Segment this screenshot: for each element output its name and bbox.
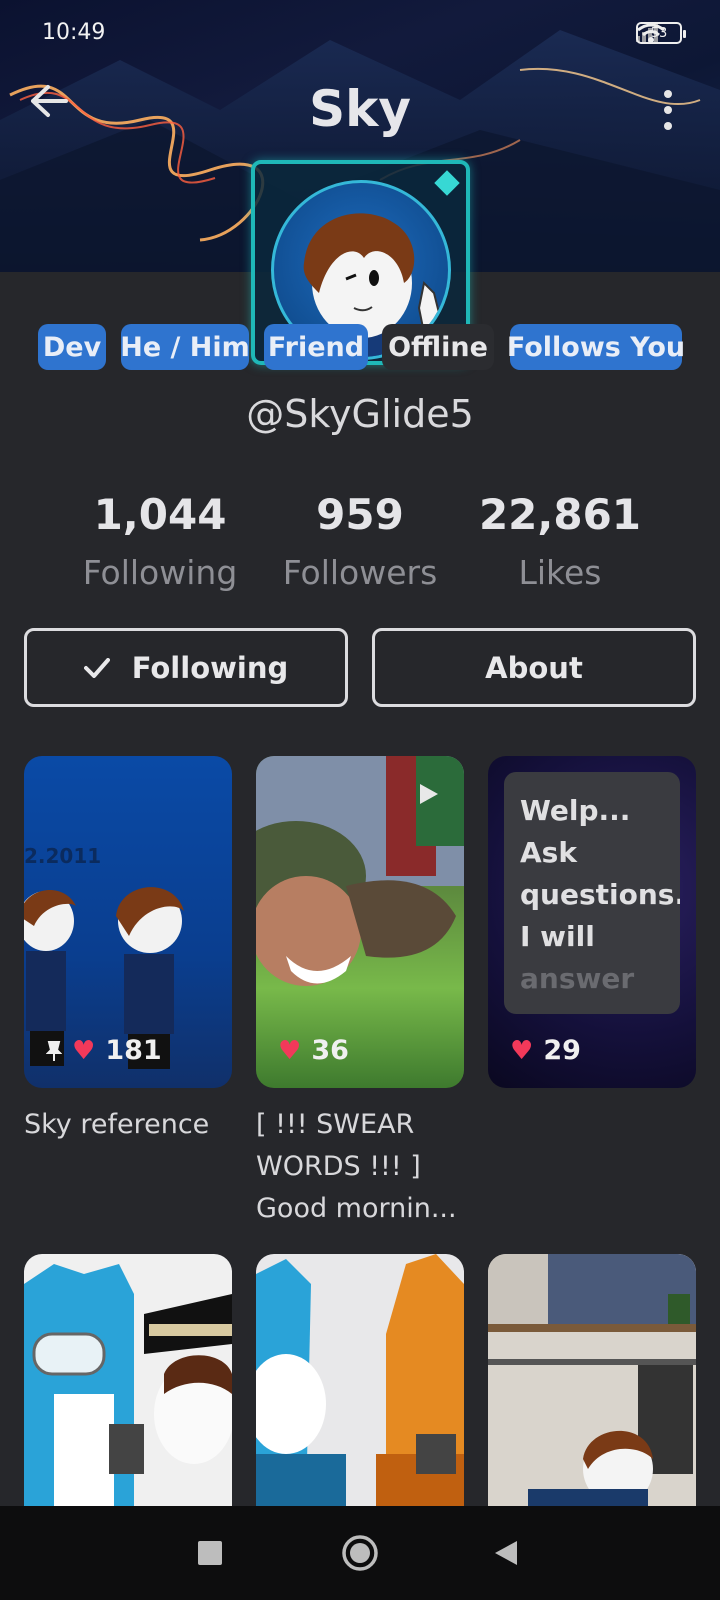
post-tile[interactable] — [24, 1254, 232, 1506]
more-options-button[interactable] — [656, 90, 680, 130]
username-handle: @SkyGlide5 — [246, 392, 474, 436]
post-caption[interactable]: Sky reference — [24, 1104, 239, 1146]
post-tile[interactable]: ♥ 36 — [256, 756, 464, 1088]
heart-icon: ♥ — [278, 1035, 302, 1066]
post-stats: ♥ 181 — [46, 1035, 162, 1066]
nav-square-icon — [198, 1541, 222, 1565]
post-text-card: Welp... Ask questions. I will answer — [504, 772, 680, 1014]
post-like-count: 36 — [311, 1035, 349, 1066]
stat-following[interactable]: 1,044 Following — [60, 490, 260, 592]
post-caption[interactable]: [ !!! SWEAR WORDS !!! ] Good mornin... — [256, 1104, 471, 1230]
post-thumbnail — [488, 1254, 696, 1506]
stat-likes-value: 22,861 — [478, 490, 642, 539]
stat-likes[interactable]: 22,861 Likes — [460, 490, 660, 592]
battery-icon: 53 — [636, 22, 686, 44]
post-stats: ♥ 29 — [510, 1035, 581, 1066]
nav-home-icon — [342, 1535, 378, 1571]
status-time: 10:49 — [42, 20, 106, 45]
page-title: Sky — [309, 80, 411, 138]
post-like-count: 181 — [105, 1035, 162, 1066]
nav-recents-button[interactable] — [170, 1506, 250, 1600]
badge-row: Dev He / Him Friend Offline Follows You — [0, 324, 720, 370]
more-vertical-icon — [664, 90, 672, 98]
about-button-label: About — [485, 650, 583, 685]
badge-dev: Dev — [38, 324, 106, 370]
frame-gem-icon — [434, 170, 460, 196]
following-button[interactable]: Following — [24, 628, 348, 707]
about-button[interactable]: About — [372, 628, 696, 707]
status-bar: 10:49 53 — [0, 0, 720, 70]
heart-icon: ♥ — [510, 1035, 534, 1066]
stat-following-label: Following — [82, 553, 238, 592]
heart-icon: ♥ — [72, 1035, 96, 1066]
stat-followers-label: Followers — [282, 553, 438, 592]
post-thumbnail — [256, 1254, 464, 1506]
nav-home-button[interactable] — [320, 1506, 400, 1600]
following-button-label: Following — [131, 650, 289, 685]
stat-following-value: 1,044 — [93, 490, 227, 539]
nav-back-icon — [495, 1541, 517, 1565]
pin-icon — [46, 1040, 62, 1061]
system-nav-bar — [0, 1506, 720, 1600]
badge-friend: Friend — [264, 324, 368, 370]
post-tile[interactable] — [488, 1254, 696, 1506]
badge-pronouns: He / Him — [120, 324, 250, 370]
badge-offline: Offline — [382, 324, 494, 370]
post-stats: ♥ 36 — [278, 1035, 349, 1066]
nav-back-button[interactable] — [466, 1506, 546, 1600]
badge-follows-you: Follows You — [507, 324, 685, 370]
status-icons: 53 — [636, 22, 686, 44]
stat-likes-label: Likes — [518, 553, 602, 592]
stat-followers-value: 959 — [316, 490, 404, 539]
stat-followers[interactable]: 959 Followers — [260, 490, 460, 592]
post-thumbnail — [24, 1264, 232, 1506]
checkmark-icon — [83, 657, 110, 678]
post-tile[interactable]: Welp... Ask questions. I will answer ♥ 2… — [488, 756, 696, 1088]
post-tile[interactable]: 2.2011 ♥ 181 — [24, 756, 232, 1088]
play-icon — [420, 784, 438, 804]
post-card-text: Welp... Ask questions. I will — [520, 794, 680, 953]
post-card-text-fade: answer — [520, 962, 635, 995]
post-tile[interactable] — [256, 1254, 464, 1506]
post-like-count: 29 — [543, 1035, 581, 1066]
